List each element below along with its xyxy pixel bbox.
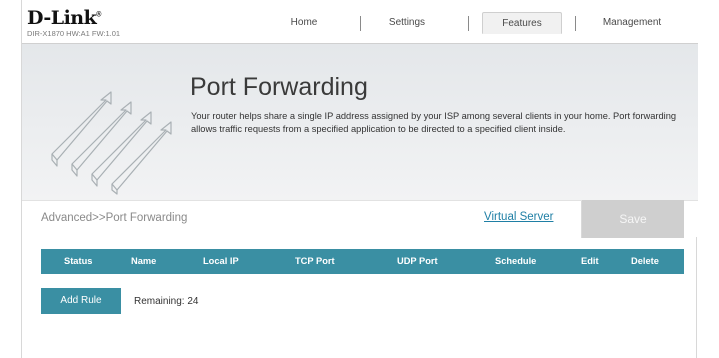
column-edit: Edit bbox=[581, 256, 599, 266]
remaining-count: Remaining: 24 bbox=[134, 296, 199, 307]
port-forwarding-arrows-icon bbox=[51, 91, 172, 195]
column-status: Status bbox=[64, 256, 93, 266]
virtual-server-link[interactable]: Virtual Server bbox=[484, 211, 553, 223]
page-description: Your router helps share a single IP addr… bbox=[191, 111, 677, 134]
nav-divider bbox=[360, 16, 361, 31]
column-name: Name bbox=[131, 256, 157, 266]
breadcrumb: Advanced>>Port Forwarding bbox=[41, 212, 188, 224]
nav-management[interactable]: Management bbox=[592, 12, 672, 34]
nav-settings[interactable]: Settings bbox=[377, 12, 437, 34]
nav-divider bbox=[575, 16, 576, 31]
toolbar: Advanced>>Port Forwarding Virtual Server… bbox=[22, 200, 698, 238]
nav-home[interactable]: Home bbox=[279, 12, 329, 34]
column-schedule: Schedule bbox=[495, 256, 537, 266]
page-title: Port Forwarding bbox=[190, 73, 368, 101]
save-button[interactable]: Save bbox=[582, 200, 684, 238]
nav-features[interactable]: Features bbox=[482, 12, 562, 34]
top-header: D-Link® DIR-X1870 HW:A1 FW:1.01 Home Set… bbox=[22, 0, 698, 43]
nav-divider bbox=[468, 16, 469, 31]
main-nav: Home Settings Features Management bbox=[22, 12, 698, 34]
page-banner: Port Forwarding Your router helps share … bbox=[22, 43, 698, 200]
page-frame: D-Link® DIR-X1870 HW:A1 FW:1.01 Home Set… bbox=[21, 0, 698, 358]
column-udp-port: UDP Port bbox=[397, 256, 438, 266]
column-tcp-port: TCP Port bbox=[295, 256, 335, 266]
column-local-ip: Local IP bbox=[203, 256, 239, 266]
rules-table-header: Status Name Local IP TCP Port UDP Port S… bbox=[41, 249, 684, 274]
add-rule-button[interactable]: Add Rule bbox=[41, 288, 121, 314]
column-delete: Delete bbox=[631, 256, 659, 266]
